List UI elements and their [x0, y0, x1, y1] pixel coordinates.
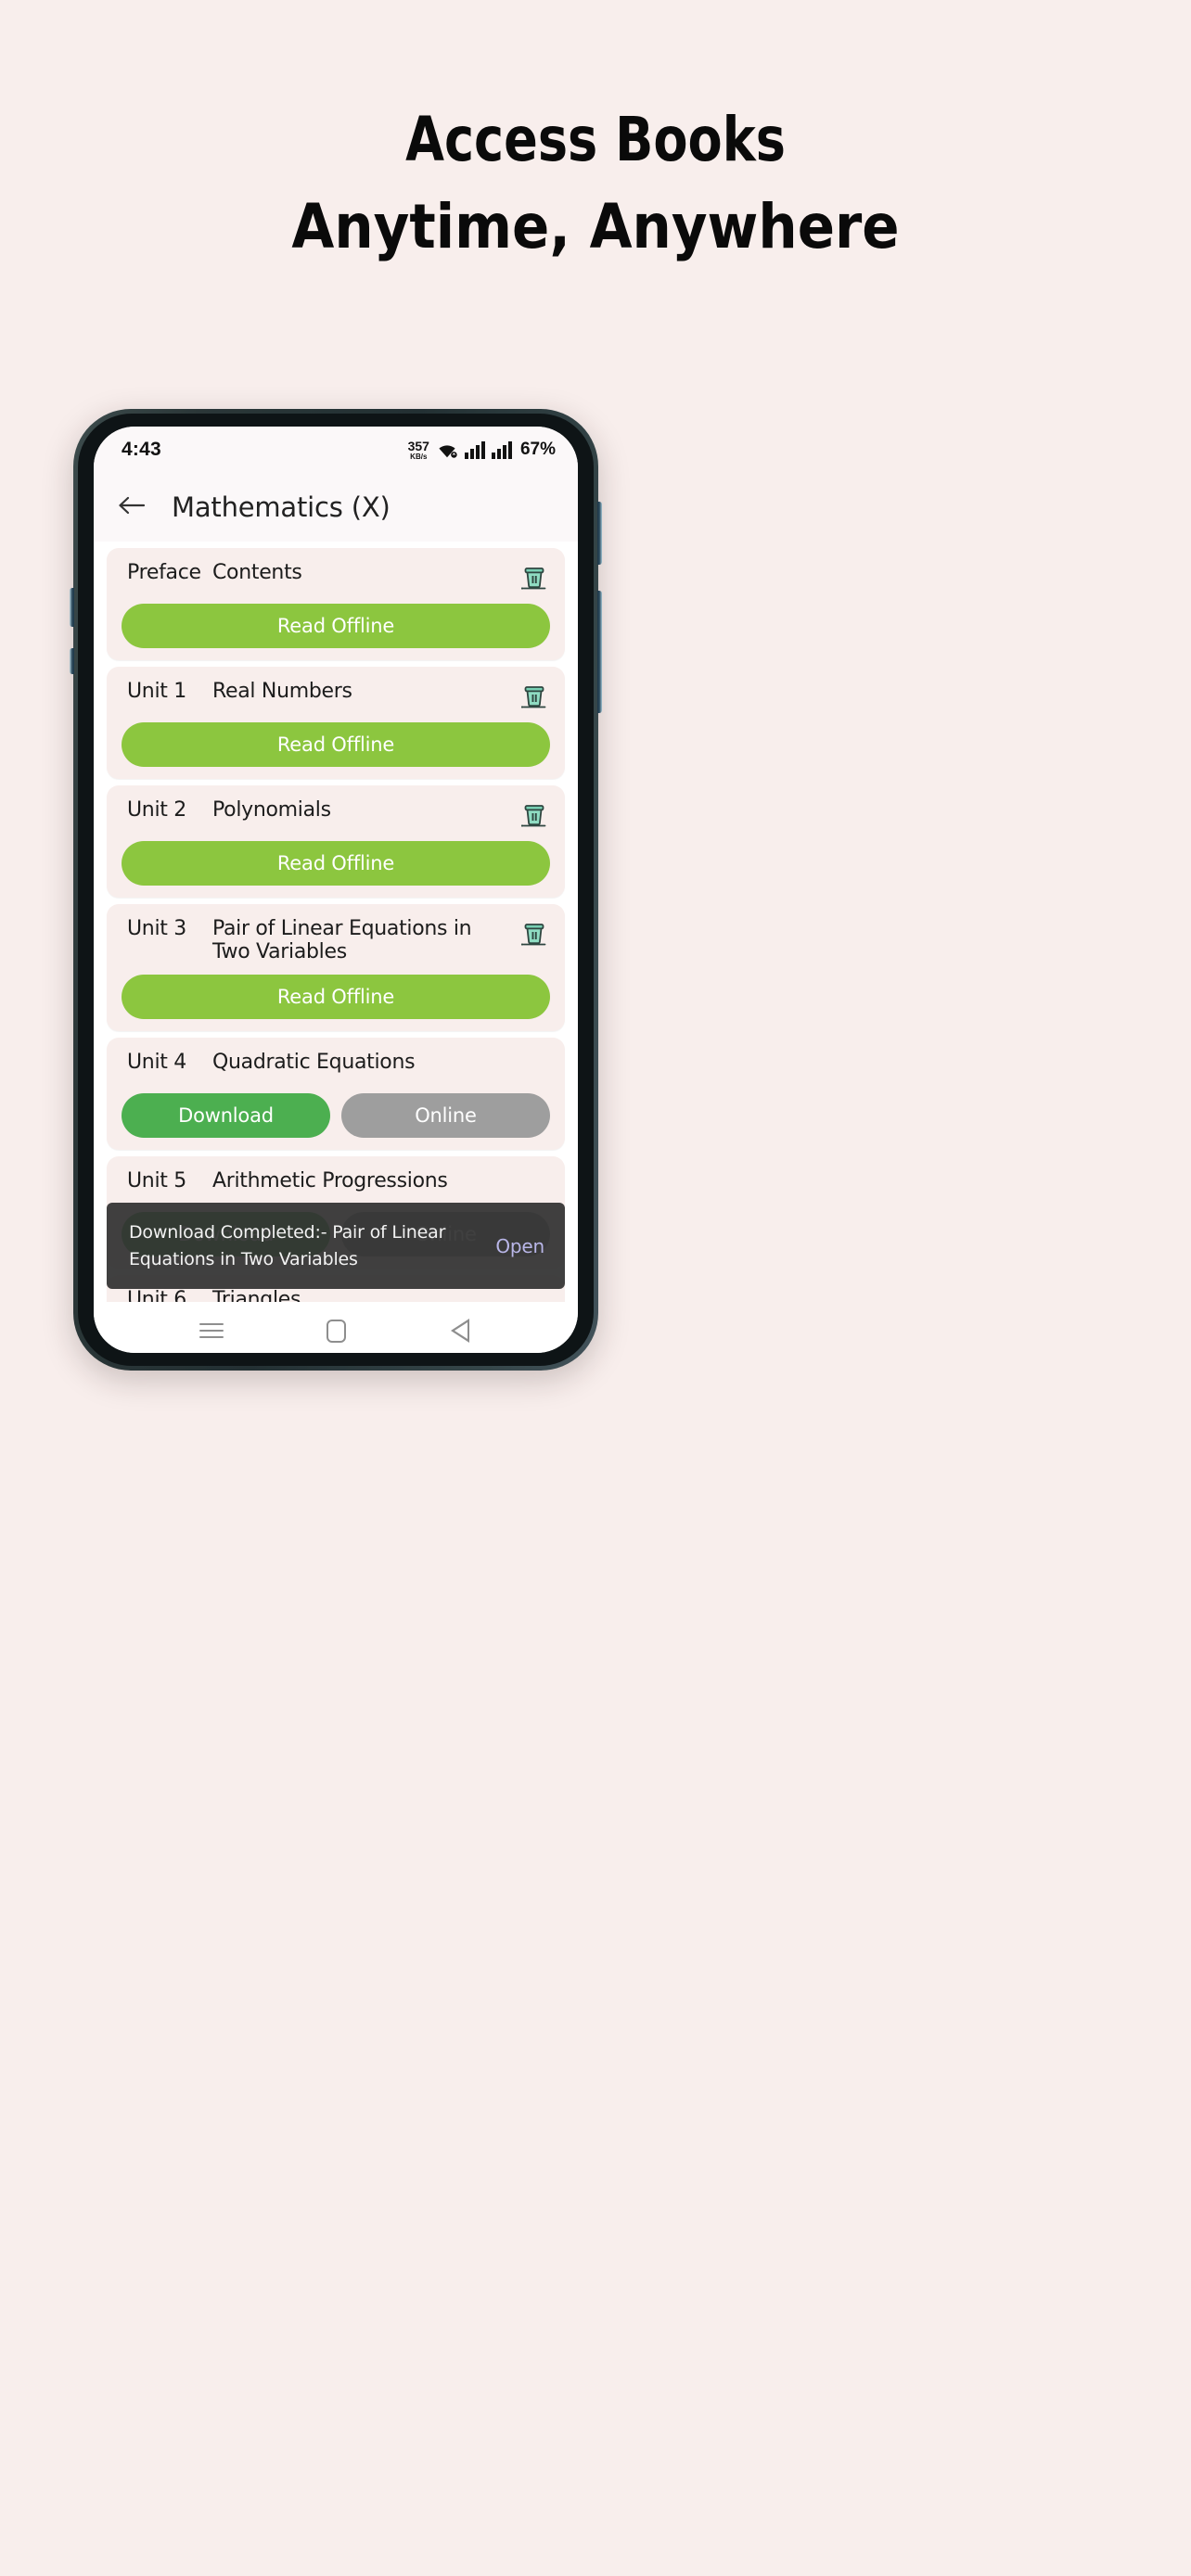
promo-heading-line-1: Access Books: [405, 104, 786, 175]
list-item-actions: Read Offline: [107, 963, 565, 1019]
network-speed-indicator: 357 KB/s: [408, 440, 429, 461]
list-item-title: Quadratic Equations: [212, 1051, 416, 1074]
snackbar-open-button[interactable]: Open: [495, 1235, 544, 1257]
list-item-unit: Unit 6: [127, 1288, 186, 1302]
phone-power-button: [597, 502, 602, 565]
list-item-unit: Unit 2: [127, 798, 186, 822]
phone-volume-up-button: [70, 588, 74, 627]
home-square-icon[interactable]: [314, 1309, 357, 1352]
list-item-actions: Read Offline: [107, 830, 565, 886]
list-item[interactable]: Unit 4 Quadratic Equations Download Onli…: [107, 1038, 565, 1150]
read-offline-button[interactable]: Read Offline: [122, 975, 550, 1019]
list-item-header: Unit 4 Quadratic Equations: [107, 1051, 565, 1082]
status-bar-indicators: 357 KB/s 67%: [408, 440, 556, 461]
app-bar: Mathematics (X): [94, 473, 578, 542]
list-item-unit: Unit 3: [127, 917, 186, 940]
network-speed-value: 357: [407, 438, 429, 453]
phone-volume-down-button: [70, 648, 74, 674]
delete-button[interactable]: [509, 561, 550, 593]
list-item-actions: Download Online: [107, 1082, 565, 1138]
list-item[interactable]: Preface Contents Read Offline: [107, 548, 565, 660]
delete-button[interactable]: [509, 917, 550, 949]
delete-button[interactable]: [509, 680, 550, 711]
signal-bars-icon: [464, 440, 485, 459]
promo-heading-line-2: Anytime, Anywhere: [291, 191, 900, 262]
online-button[interactable]: Online: [341, 1093, 550, 1138]
phone-screen: 4:43 357 KB/s 67% Mathematics (X) Prefac…: [94, 427, 578, 1353]
promo-screenshot-page: Access Books Anytime, Anywhere 4:43 357 …: [0, 0, 1191, 2576]
status-bar-clock: 4:43: [122, 439, 161, 460]
list-item-header: Unit 1 Real Numbers: [107, 680, 565, 711]
signal-bars-icon-2: [491, 440, 512, 459]
download-button[interactable]: Download: [122, 1093, 330, 1138]
list-item-header: Unit 5 Arithmetic Progressions: [107, 1169, 565, 1201]
read-offline-button[interactable]: Read Offline: [122, 841, 550, 886]
list-item[interactable]: Unit 2 Polynomials Read Offline: [107, 785, 565, 898]
promo-heading: Access Books Anytime, Anywhere: [0, 109, 1191, 258]
battery-percentage: 67%: [519, 440, 556, 459]
page-title: Mathematics (X): [172, 491, 391, 523]
chapter-list[interactable]: Preface Contents Read Offline Unit 1 Rea…: [94, 542, 578, 1302]
snackbar: Download Completed:- Pair of Linear Equa…: [107, 1203, 565, 1289]
list-item-unit: Preface: [127, 561, 201, 584]
list-item-header: Unit 3 Pair of Linear Equations in Two V…: [107, 917, 565, 963]
phone-mockup: 4:43 357 KB/s 67% Mathematics (X) Prefac…: [70, 409, 602, 1371]
read-offline-button[interactable]: Read Offline: [122, 604, 550, 648]
list-item-header: Unit 6 Triangles: [107, 1288, 565, 1302]
list-item-actions: Read Offline: [107, 593, 565, 648]
list-item-title: Pair of Linear Equations in Two Variable…: [212, 917, 472, 963]
list-item-header: Preface Contents: [107, 561, 565, 593]
read-offline-button[interactable]: Read Offline: [122, 722, 550, 767]
wifi-icon: [436, 440, 458, 459]
list-item[interactable]: Unit 1 Real Numbers Read Offline: [107, 667, 565, 779]
list-item-header: Unit 2 Polynomials: [107, 798, 565, 830]
menu-icon[interactable]: [190, 1309, 233, 1352]
status-bar: 4:43 357 KB/s 67%: [94, 427, 578, 473]
list-item-title: Triangles: [212, 1288, 301, 1302]
list-item-title: Contents: [212, 561, 302, 584]
list-item-actions: Read Offline: [107, 711, 565, 767]
network-speed-unit: KB/s: [410, 452, 428, 461]
list-item-title: Arithmetic Progressions: [212, 1169, 448, 1192]
list-item-unit: Unit 4: [127, 1051, 186, 1074]
list-item-unit: Unit 5: [127, 1169, 186, 1192]
delete-button[interactable]: [509, 798, 550, 830]
list-item-title: Polynomials: [212, 798, 331, 822]
snackbar-message: Download Completed:- Pair of Linear Equa…: [129, 1222, 446, 1269]
back-triangle-icon[interactable]: [439, 1309, 481, 1352]
list-item-title: Real Numbers: [212, 680, 352, 703]
list-item[interactable]: Unit 3 Pair of Linear Equations in Two V…: [107, 904, 565, 1031]
back-arrow-icon[interactable]: [118, 494, 146, 520]
android-nav-bar: [94, 1302, 578, 1353]
phone-side-button: [597, 591, 602, 713]
list-item-unit: Unit 1: [127, 680, 186, 703]
